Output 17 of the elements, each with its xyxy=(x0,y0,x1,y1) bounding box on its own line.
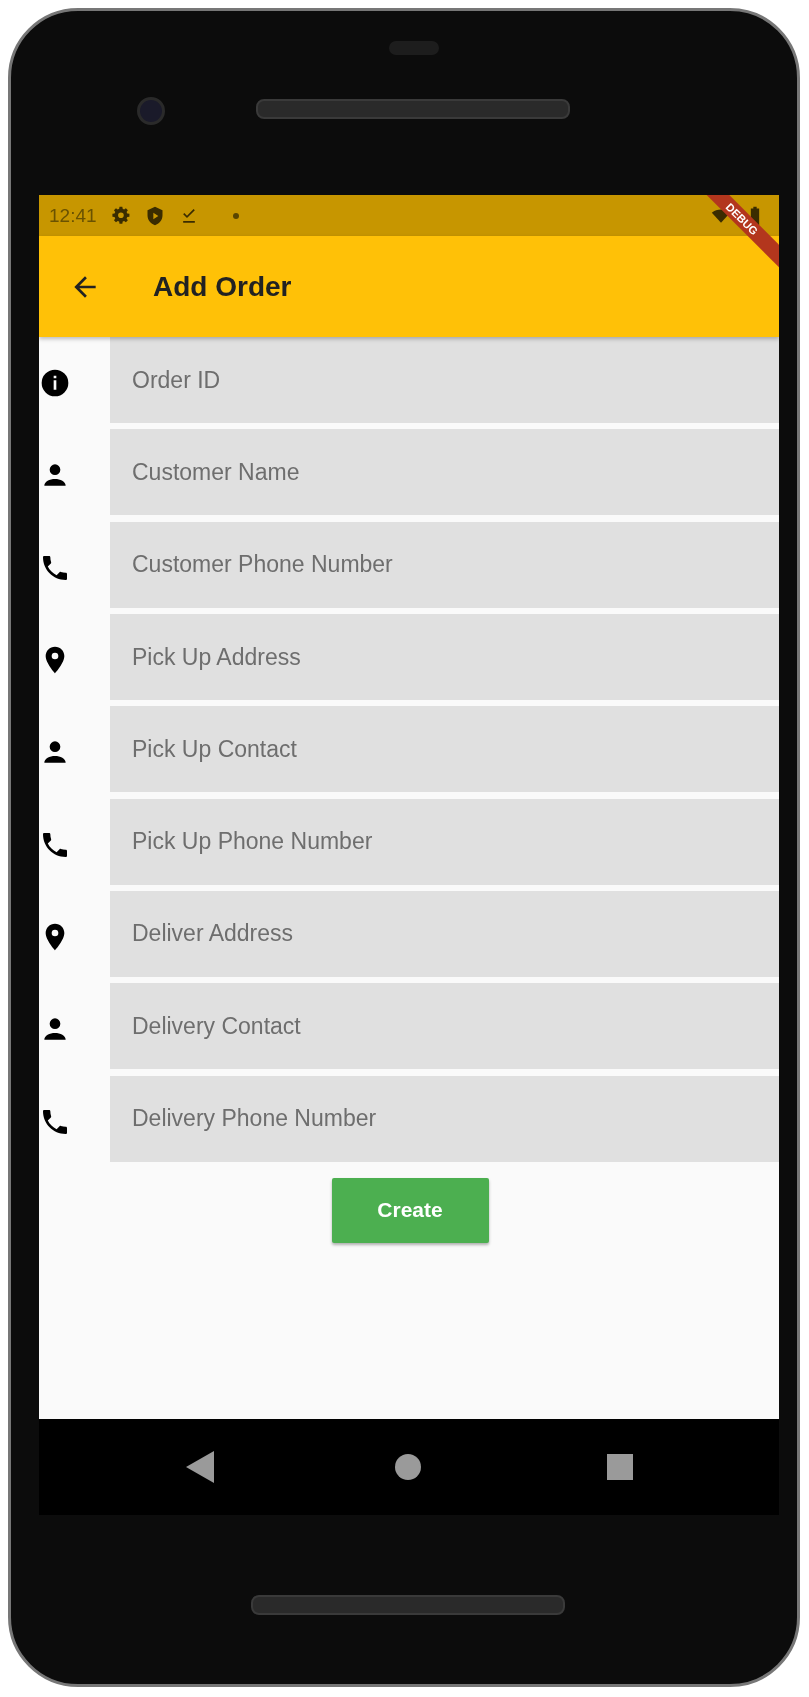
text-field[interactable]: Delivery Phone Number xyxy=(110,1075,779,1162)
front-camera xyxy=(137,97,165,125)
back-icon[interactable] xyxy=(186,1451,214,1483)
text-field[interactable]: Pick Up Contact xyxy=(110,706,779,793)
text-field[interactable]: Customer Phone Number xyxy=(110,521,779,608)
create-button[interactable]: Create xyxy=(331,1177,489,1243)
screen-title: Add Order xyxy=(153,270,292,303)
text-field[interactable]: Pick Up Address xyxy=(110,614,779,701)
gear-icon xyxy=(110,205,131,226)
text-field[interactable]: Delivery Contact xyxy=(110,983,779,1070)
notification-dot xyxy=(232,212,239,219)
text-field[interactable]: Customer Name xyxy=(110,429,779,516)
status-time: 12:41 xyxy=(49,204,97,227)
home-icon[interactable] xyxy=(395,1454,421,1480)
text-field[interactable]: Deliver Address xyxy=(110,890,779,977)
text-field[interactable]: Order ID xyxy=(110,337,779,424)
text-field[interactable]: Pick Up Phone Number xyxy=(110,798,779,885)
